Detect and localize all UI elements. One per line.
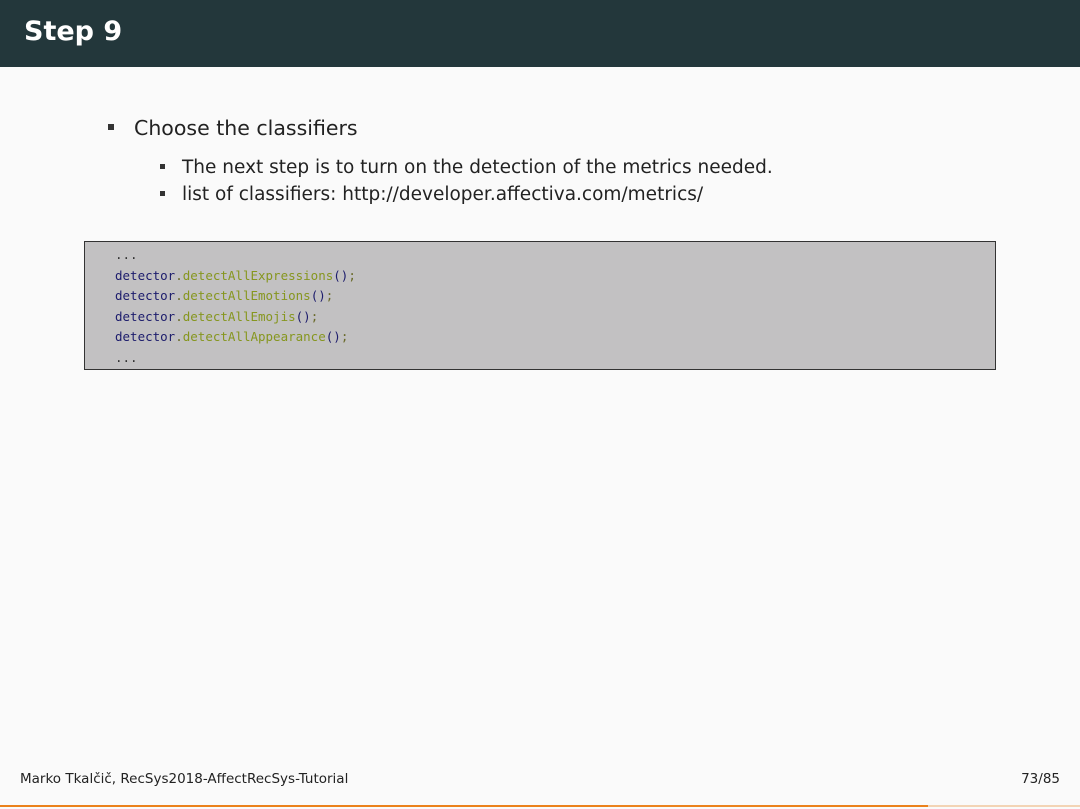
sub-bullet-item: The next step is to turn on the detectio…: [160, 157, 773, 178]
sub-bullet-text: The next step is to turn on the detectio…: [182, 157, 773, 178]
slide-title: Step 9: [24, 16, 123, 47]
bullet-square-icon: [160, 163, 165, 169]
code-object: detector: [115, 288, 176, 303]
footer-page-number: 73/85: [1021, 771, 1060, 787]
code-line: detector.detectAllEmotions();: [115, 286, 995, 307]
code-semicolon: ;: [348, 267, 356, 283]
code-dot: .: [175, 288, 183, 303]
bullet-text: Choose the classifiers: [134, 116, 358, 140]
code-ellipsis: ...: [115, 247, 138, 262]
code-line: detector.detectAllAppearance();: [115, 327, 995, 348]
sub-bullet-item: list of classifiers: http://developer.af…: [160, 184, 703, 205]
code-object: detector: [115, 308, 176, 324]
bullet-square-icon: [160, 190, 165, 196]
code-dot: .: [175, 329, 183, 344]
footer-author: Marko Tkalčič, RecSys2018-AffectRecSys-T…: [20, 771, 349, 787]
slide-header: Step 9: [0, 0, 1080, 67]
code-method: detectAllEmojis: [182, 308, 296, 324]
code-ellipsis: ...: [115, 349, 138, 365]
code-method: detectAllEmotions: [182, 288, 311, 303]
bullet-square-icon: [108, 124, 114, 130]
sub-bullet-text: list of classifiers: http://developer.af…: [182, 184, 704, 205]
code-dot: .: [175, 267, 183, 283]
progress-bar: [0, 805, 928, 807]
code-semicolon: ;: [325, 288, 334, 303]
code-line: detector.detectAllEmojis();: [115, 307, 995, 328]
code-block: ... detector.detectAllExpressions(); det…: [84, 241, 996, 370]
code-object: detector: [115, 329, 176, 344]
code-semicolon: ;: [310, 308, 319, 324]
code-paren: (): [295, 308, 311, 324]
bullet-item: Choose the classifiers: [108, 116, 358, 140]
code-method: detectAllAppearance: [182, 329, 326, 344]
code-semicolon: ;: [340, 329, 349, 344]
code-paren: (): [310, 288, 326, 303]
code-paren: (): [333, 267, 349, 283]
code-paren: (): [325, 329, 341, 344]
code-object: detector: [115, 267, 176, 283]
code-line: detector.detectAllExpressions();: [115, 266, 995, 287]
code-dot: .: [175, 308, 183, 324]
code-method: detectAllExpressions: [182, 267, 334, 283]
